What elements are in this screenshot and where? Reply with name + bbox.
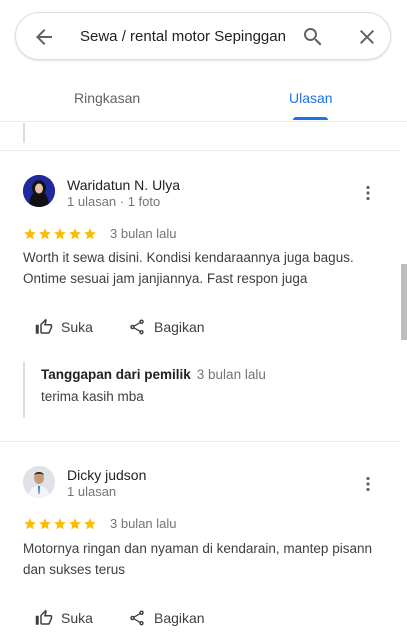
owner-reply: Tanggapan dari pemilik 3 bulan lalu terim… (23, 362, 383, 418)
share-icon (130, 610, 144, 626)
tab-bar: Ringkasan Ulasan (0, 78, 407, 122)
review-author-meta: 1 ulasan (67, 484, 117, 499)
like-button[interactable]: Suka (35, 609, 93, 627)
avatar[interactable] (23, 175, 55, 207)
tab-ulasan[interactable]: Ulasan (289, 89, 333, 107)
search-bar: Sewa / rental motor Sepinggan (15, 12, 391, 60)
owner-reply-text: terima kasih mba (41, 389, 144, 404)
star-icon (69, 518, 81, 530)
star-icon (54, 518, 66, 530)
more-options-icon[interactable] (360, 476, 376, 492)
review-author[interactable]: Waridatun N. Ulya (67, 176, 180, 194)
thumbs-up-icon (35, 318, 53, 334)
owner-reply-label: Tanggapan dari pemilik (41, 367, 191, 382)
review-text: Worth it sewa disini. Kondisi kendaraann… (23, 250, 354, 286)
review-card: Dicky judson 1 ulasan 3 bulan lalu Motor… (0, 442, 400, 636)
star-icon (39, 518, 51, 530)
search-icon[interactable] (301, 25, 325, 49)
scrollbar-thumb[interactable] (401, 264, 407, 340)
like-button[interactable]: Suka (35, 318, 93, 336)
like-label: Suka (61, 319, 93, 335)
share-icon (130, 319, 144, 335)
review-author-meta: 1 ulasan · 1 foto (67, 194, 161, 209)
search-input[interactable]: Sewa / rental motor Sepinggan (80, 27, 302, 47)
share-button[interactable]: Bagikan (128, 609, 205, 627)
star-icon (54, 228, 66, 240)
thumbs-up-icon (35, 609, 53, 625)
like-label: Suka (61, 610, 93, 626)
tab-ringkasan[interactable]: Ringkasan (74, 89, 140, 107)
star-icon (39, 228, 51, 240)
man-avatar-icon (23, 466, 55, 498)
star-rating (23, 517, 97, 531)
review-card: Waridatun N. Ulya 1 ulasan · 1 foto 3 bu… (0, 151, 400, 441)
owner-reply-header: Tanggapan dari pemilik 3 bulan lalu (41, 366, 266, 384)
share-label: Bagikan (154, 319, 205, 335)
active-tab-indicator (293, 117, 328, 120)
star-icon (24, 518, 36, 530)
review-time: 3 bulan lalu (110, 516, 177, 531)
star-icon (84, 228, 96, 240)
star-icon (69, 228, 81, 240)
review-time: 3 bulan lalu (110, 226, 177, 241)
previous-reply-border (23, 123, 25, 143)
star-icon (84, 518, 96, 530)
share-button[interactable]: Bagikan (128, 318, 205, 336)
back-arrow-icon[interactable] (32, 25, 56, 49)
share-label: Bagikan (154, 610, 205, 626)
more-options-icon[interactable] (360, 185, 376, 201)
avatar[interactable] (23, 466, 55, 498)
star-rating (23, 227, 97, 241)
review-text: Motornya ringan dan nyaman di kendarain,… (23, 541, 372, 577)
review-author[interactable]: Dicky judson (67, 466, 146, 484)
close-icon[interactable] (355, 25, 379, 49)
owner-reply-time: 3 bulan lalu (196, 367, 266, 382)
star-icon (24, 228, 36, 240)
hijab-woman-avatar-icon (23, 175, 55, 207)
